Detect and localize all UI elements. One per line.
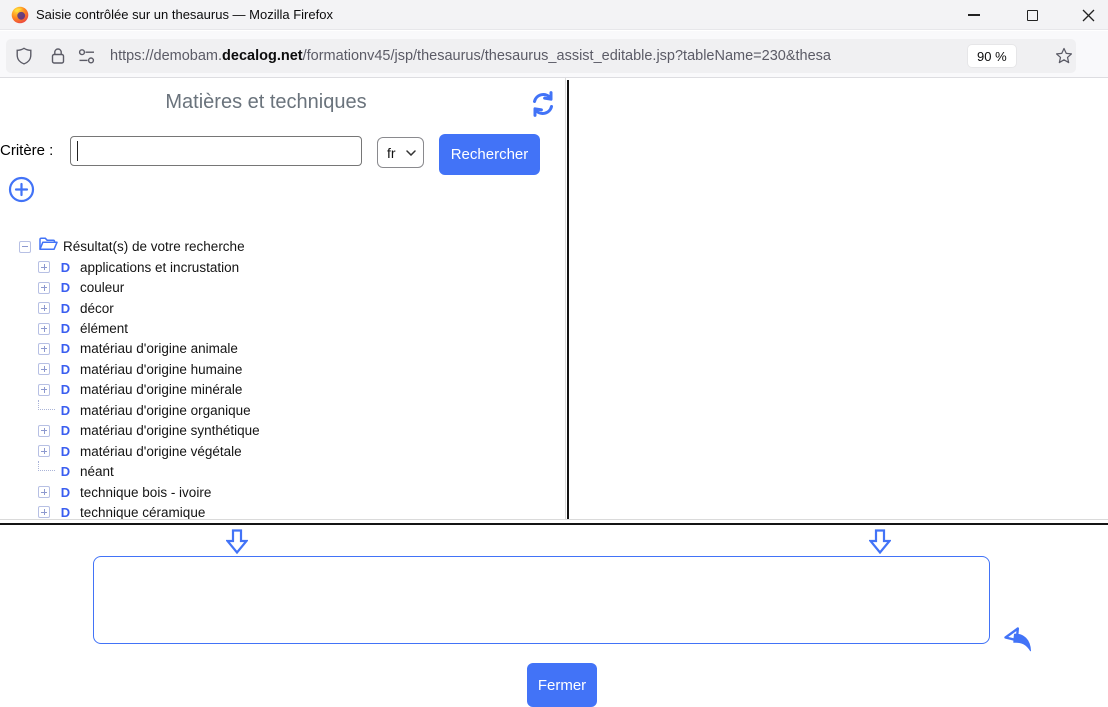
branch-line [38, 400, 55, 410]
close-window-button[interactable] [1068, 0, 1108, 30]
minimize-icon [968, 14, 980, 16]
down-arrow-icon [869, 529, 891, 554]
tree-item[interactable]: D matériau d'origine végétale [0, 441, 560, 461]
tree-item[interactable]: D matériau d'origine animale [0, 339, 560, 359]
expand-icon[interactable] [38, 425, 50, 437]
expand-icon[interactable] [38, 384, 50, 396]
descriptor-icon: D [59, 260, 72, 275]
expand-icon[interactable] [38, 323, 50, 335]
selected-terms-box[interactable] [93, 556, 990, 644]
url-bar[interactable]: https://demobam.decalog.net/formationv45… [6, 39, 1076, 73]
results-tree: Résultat(s) de votre recherche D applica… [0, 236, 560, 519]
refresh-icon[interactable] [529, 90, 557, 118]
tree-items: D applications et incrustation D couleur… [0, 257, 560, 519]
down-arrow-icon [226, 529, 248, 554]
descriptor-icon: D [59, 485, 72, 500]
tree-item-label: matériau d'origine animale [80, 341, 238, 356]
tree-root[interactable]: Résultat(s) de votre recherche [0, 236, 560, 257]
chevron-down-icon [406, 150, 416, 156]
add-term-icon[interactable] [8, 176, 35, 203]
expand-icon[interactable] [38, 261, 50, 273]
descriptor-icon: D [59, 341, 72, 356]
descriptor-icon: D [59, 403, 72, 418]
descriptor-icon: D [59, 321, 72, 336]
tree-item-label: décor [80, 301, 114, 316]
url-path: /formationv45/jsp/thesaurus/thesaurus_as… [303, 48, 831, 64]
selection-pane: Fermer [0, 525, 1108, 698]
tree-item-label: matériau d'origine organique [80, 403, 251, 418]
expand-icon[interactable] [38, 282, 50, 294]
tree-item[interactable]: D applications et incrustation [0, 257, 560, 277]
tree-item[interactable]: D matériau d'origine organique [0, 400, 560, 420]
tree-item-label: couleur [80, 280, 124, 295]
tree-item[interactable]: D technique céramique [0, 502, 560, 519]
criteria-label: Critère : [0, 142, 53, 159]
tree-item-label: applications et incrustation [80, 260, 239, 275]
descriptor-icon: D [59, 423, 72, 438]
branch-line [38, 461, 55, 471]
tree-item[interactable]: D matériau d'origine minérale [0, 380, 560, 400]
close-icon [1082, 9, 1095, 22]
descriptor-icon: D [59, 444, 72, 459]
url-prefix: https://demobam. [110, 48, 222, 64]
tree-item[interactable]: D matériau d'origine synthétique [0, 421, 560, 441]
detail-pane-empty [569, 78, 1108, 519]
tree-root-label[interactable]: Résultat(s) de votre recherche [63, 239, 245, 254]
maximize-icon [1027, 10, 1038, 21]
close-dialog-button[interactable]: Fermer [527, 663, 597, 707]
tree-item-label: néant [80, 464, 114, 479]
expand-icon[interactable] [38, 486, 50, 498]
tree-item-label: matériau d'origine végétale [80, 444, 242, 459]
maximize-button[interactable] [1012, 0, 1052, 30]
minimize-button[interactable] [954, 0, 994, 30]
tree-item[interactable]: D élément [0, 318, 560, 338]
language-select[interactable]: fr [377, 137, 424, 168]
url-domain: decalog.net [222, 48, 303, 64]
window-title: Saisie contrôlée sur un thesaurus — Mozi… [36, 7, 333, 22]
search-button[interactable]: Rechercher [439, 134, 540, 175]
descriptor-icon: D [59, 505, 72, 519]
tree-item-label: technique céramique [80, 505, 205, 519]
tree-item[interactable]: D néant [0, 461, 560, 481]
expand-icon[interactable] [38, 302, 50, 314]
url-text: https://demobam.decalog.net/formationv45… [110, 39, 968, 73]
tree-item[interactable]: D couleur [0, 277, 560, 297]
descriptor-icon: D [59, 280, 72, 295]
horizontal-divider-light [0, 519, 1108, 520]
expand-icon[interactable] [38, 445, 50, 457]
text-caret [77, 141, 78, 161]
tree-item[interactable]: D matériau d'origine humaine [0, 359, 560, 379]
page-title: Matières et techniques [0, 91, 532, 114]
descriptor-icon: D [59, 301, 72, 316]
descriptor-icon: D [59, 464, 72, 479]
window-titlebar: Saisie contrôlée sur un thesaurus — Mozi… [0, 0, 1108, 30]
permissions-icon[interactable] [78, 49, 102, 69]
collapse-icon[interactable] [19, 241, 31, 253]
descriptor-icon: D [59, 382, 72, 397]
browser-toolbar: https://demobam.decalog.net/formationv45… [0, 31, 1108, 78]
expand-icon[interactable] [38, 343, 50, 355]
zoom-level-badge[interactable]: 90 % [968, 45, 1016, 67]
language-selected-value: fr [387, 145, 396, 161]
tree-item[interactable]: D technique bois - ivoire [0, 482, 560, 502]
tree-item-label: matériau d'origine minérale [80, 382, 242, 397]
lock-icon[interactable] [50, 47, 66, 70]
tracking-protection-shield-icon[interactable] [15, 47, 33, 70]
tree-item-label: matériau d'origine humaine [80, 362, 242, 377]
undo-arrow-icon[interactable] [1002, 626, 1036, 658]
thesaurus-search-pane: Matières et techniques Critère : fr Rech… [0, 78, 566, 519]
firefox-logo-icon [11, 6, 29, 24]
tree-item-label: élément [80, 321, 128, 336]
criteria-input[interactable] [70, 136, 362, 166]
expand-icon[interactable] [38, 363, 50, 375]
open-folder-icon [38, 236, 58, 257]
bookmark-star-icon[interactable] [1054, 46, 1074, 71]
descriptor-icon: D [59, 362, 72, 377]
tree-item-label: matériau d'origine synthétique [80, 423, 260, 438]
tree-item[interactable]: D décor [0, 298, 560, 318]
tree-item-label: technique bois - ivoire [80, 485, 211, 500]
expand-icon[interactable] [38, 506, 50, 518]
